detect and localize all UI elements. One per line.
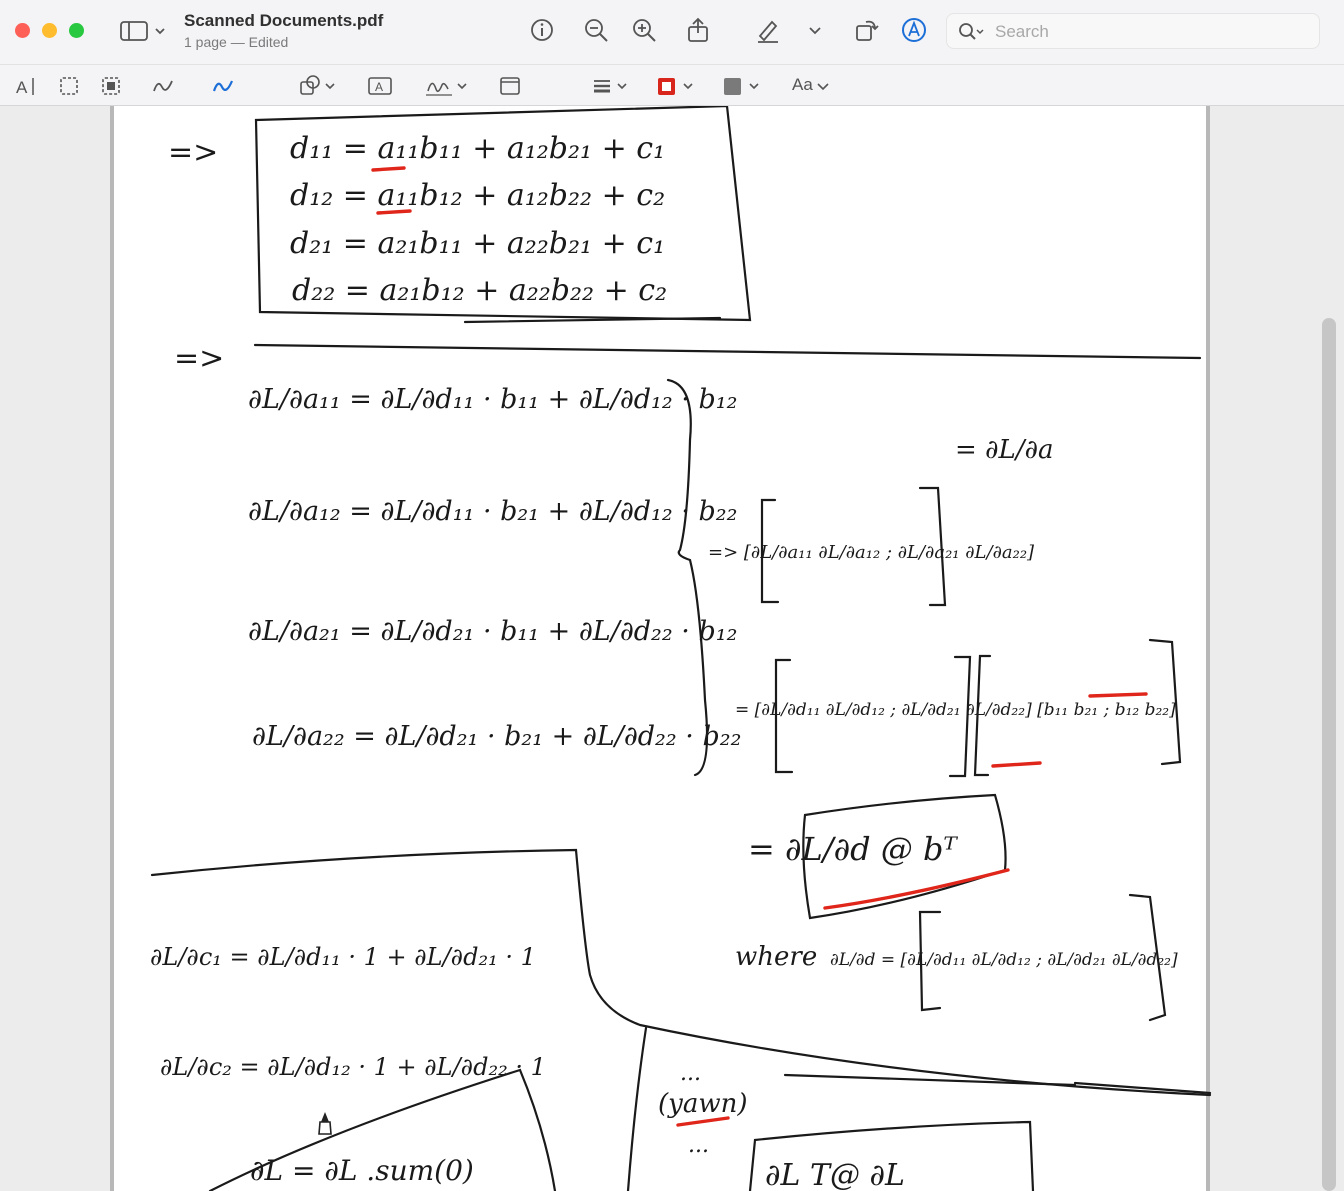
rect-selection-icon[interactable]	[56, 73, 82, 99]
text-selection-icon[interactable]: A	[14, 73, 40, 99]
ellipsis: ...	[688, 1133, 709, 1158]
svg-text:A: A	[375, 80, 383, 94]
implies-arrow: =>	[174, 341, 224, 376]
where-label: where	[735, 942, 817, 972]
markup-icon[interactable]	[900, 16, 928, 44]
zoom-out-icon[interactable]	[582, 16, 610, 44]
sketch-icon[interactable]	[150, 73, 176, 99]
yawn-underline	[676, 1116, 730, 1127]
gradient-product: = [∂L/∂d₁₁ ∂L/∂d₁₂ ; ∂L/∂d₂₁ ∂L/∂d₂₂] [b…	[735, 700, 1176, 720]
equation-dLdc1: ∂L/∂c₁ = ∂L/∂d₁₁ · 1 + ∂L/∂d₂₁ · 1	[150, 943, 536, 971]
bottom-divider	[626, 1026, 648, 1191]
document-status: 1 page — Edited	[184, 34, 289, 50]
yawn-note: (yawn)	[658, 1089, 747, 1119]
zoom-window-button[interactable]	[69, 23, 84, 38]
handwritten-notes: => d₁₁ = a₁₁b₁₁ + a₁₂b₂₁ + c₁ d₁₂ = a₁₁b…	[150, 106, 1212, 1191]
gradient-matrix-a: => [∂L/∂a₁₁ ∂L/∂a₁₂ ; ∂L/∂a₂₁ ∂L/∂a₂₂]	[708, 542, 1035, 563]
text-style-button[interactable]: Aa	[792, 75, 813, 95]
result-expression: = ∂L/∂d @ bᵀ	[748, 830, 958, 868]
equation-d21: d₂₁ = a₂₁b₁₁ + a₂₂b₂₁ + c₁	[290, 226, 665, 261]
share-icon[interactable]	[684, 16, 712, 44]
search-field[interactable]: Search	[946, 13, 1320, 49]
sidebar-icon[interactable]	[118, 18, 172, 44]
markup-toolbar: A A Aa	[0, 64, 1344, 106]
equation-dLda22: ∂L/∂a₂₂ = ∂L/∂d₂₁ · b₂₁ + ∂L/∂d₂₂ · b₂₂	[252, 721, 741, 752]
result-underline	[823, 868, 1010, 910]
equation-d22: d₂₂ = a₂₁b₁₂ + a₂₂b₂₂ + c₂	[292, 273, 667, 308]
ellipsis: ...	[680, 1061, 701, 1086]
equation-dLda11: ∂L/∂a₁₁ = ∂L/∂d₁₁ · b₁₁ + ∂L/∂d₁₂ · b₁₂	[248, 384, 737, 415]
sign-icon[interactable]	[424, 73, 470, 99]
zoom-in-icon[interactable]	[630, 16, 658, 44]
shape-style-icon[interactable]	[590, 73, 632, 99]
equation-d11: d₁₁ = a₁₁b₁₁ + a₁₂b₂₁ + c₁	[290, 131, 665, 166]
close-window-button[interactable]	[15, 23, 30, 38]
minimize-window-button[interactable]	[42, 23, 57, 38]
note-icon[interactable]	[498, 73, 522, 99]
highlight-icon[interactable]	[754, 16, 782, 44]
border-color-icon[interactable]	[654, 73, 696, 99]
pen-cursor-icon	[318, 1112, 332, 1135]
search-placeholder: Search	[995, 22, 1049, 41]
a11-underline	[371, 166, 406, 172]
search-icon	[959, 23, 984, 40]
b12-underline	[991, 761, 1042, 768]
equals-dLda: = ∂L/∂a	[955, 435, 1053, 465]
right-brace	[666, 378, 709, 777]
implies-arrow: =>	[168, 135, 218, 170]
text-box-icon[interactable]: A	[366, 73, 394, 99]
shapes-icon[interactable]	[298, 73, 338, 99]
equation-d12: d₁₂ = a₁₁b₁₂ + a₁₂b₂₂ + c₂	[290, 178, 665, 213]
section-divider	[253, 343, 1202, 360]
fill-color-icon[interactable]	[720, 73, 762, 99]
draw-icon[interactable]	[210, 73, 236, 99]
svg-text:A: A	[16, 78, 28, 97]
underline	[463, 316, 722, 324]
underline	[783, 1073, 1077, 1087]
rotate-icon[interactable]	[852, 16, 880, 44]
smart-lasso-icon[interactable]	[98, 73, 124, 99]
title-bar: Scanned Documents.pdf 1 page — Edited Se…	[0, 0, 1344, 64]
bottom-expression: ∂L T@ ∂L	[765, 1158, 905, 1191]
info-icon[interactable]	[528, 16, 556, 44]
b21-underline	[1088, 692, 1148, 698]
equation-dLda12: ∂L/∂a₁₂ = ∂L/∂d₁₁ · b₂₁ + ∂L/∂d₁₂ · b₂₂	[248, 496, 737, 527]
sum-expression: ∂L = ∂L .sum(0)	[250, 1154, 474, 1187]
equation-dLda21: ∂L/∂a₂₁ = ∂L/∂d₂₁ · b₁₁ + ∂L/∂d₂₂ · b₁₂	[248, 616, 737, 647]
equation-dLdc2: ∂L/∂c₂ = ∂L/∂d₁₂ · 1 + ∂L/∂d₂₂ · 1	[160, 1053, 546, 1081]
document-title: Scanned Documents.pdf	[184, 11, 384, 30]
where-definition: ∂L/∂d = [∂L/∂d₁₁ ∂L/∂d₁₂ ; ∂L/∂d₂₁ ∂L/∂d…	[830, 950, 1178, 970]
chevron-down-icon[interactable]	[814, 73, 832, 99]
chevron-down-icon[interactable]	[804, 16, 826, 44]
